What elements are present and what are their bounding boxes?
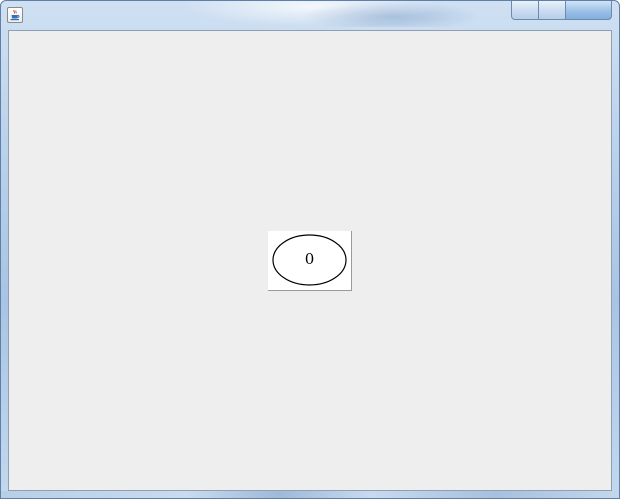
java-coffee-cup-icon[interactable] <box>7 7 23 23</box>
window-bottom-frame <box>1 491 619 498</box>
graph-canvas[interactable]: 0 <box>8 30 612 491</box>
application-window: 0 <box>0 0 620 499</box>
graph-node[interactable]: 0 <box>268 231 352 291</box>
maximize-button[interactable] <box>539 1 566 20</box>
minimize-button[interactable] <box>511 1 539 20</box>
title-bar[interactable] <box>1 1 619 29</box>
node-label: 0 <box>304 250 315 268</box>
caption-buttons <box>511 1 612 20</box>
close-button[interactable] <box>566 1 612 20</box>
